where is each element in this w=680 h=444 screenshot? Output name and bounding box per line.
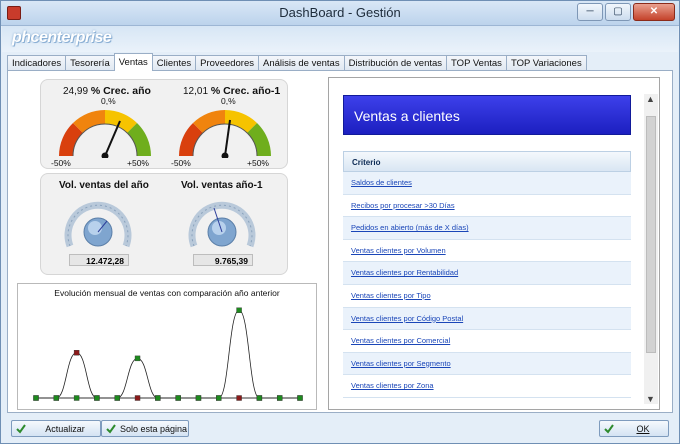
- maximize-button[interactable]: ▢: [605, 3, 631, 21]
- tab-top-ventas[interactable]: TOP Ventas: [446, 55, 507, 71]
- dashboard-window: DashBoard - Gestión ─ ▢ ✕ phcenterprise …: [0, 0, 680, 444]
- series-2-point: [94, 395, 100, 401]
- gauge-vol-anio: [64, 201, 132, 248]
- scroll-thumb[interactable]: [646, 116, 656, 353]
- gauge-crec-anio-max: +50%: [127, 158, 149, 168]
- monthly-sales-chart: Evolución mensual de ventas con comparac…: [17, 283, 317, 410]
- gauge-crec-anio-label: % Crec. año: [90, 85, 151, 97]
- criteria-link[interactable]: Ventas clientes por Volumen: [343, 240, 631, 263]
- chart-svg: [33, 307, 303, 401]
- series-1-point: [236, 395, 242, 401]
- close-button[interactable]: ✕: [633, 3, 675, 21]
- gauge-vol-anio1-title: Vol. ventas año-1: [181, 180, 263, 191]
- gauge-crec-anio-min: -50%: [51, 158, 71, 168]
- vertical-scrollbar[interactable]: ▲ ▼: [644, 94, 658, 404]
- tab-proveedores[interactable]: Proveedores: [195, 55, 259, 71]
- series-2-point: [73, 395, 80, 401]
- gauge-crec-anio1-max: +50%: [247, 158, 269, 168]
- bottom-bar: Actualizar Solo esta página OK: [7, 419, 673, 441]
- series-2-point: [53, 395, 60, 401]
- minimize-button[interactable]: ─: [577, 3, 603, 21]
- tab-top-variaciones[interactable]: TOP Variaciones: [505, 55, 587, 71]
- series-2-point: [276, 395, 283, 401]
- criteria-link[interactable]: Recibos por procesar >30 Días: [343, 195, 631, 218]
- ok-label: OK: [636, 424, 650, 434]
- volume-gauges-panel: Vol. ventas del año Vol. ventas año-1 12…: [40, 173, 288, 275]
- refresh-button[interactable]: Actualizar: [11, 420, 101, 437]
- growth-gauges-panel: 24,99 % Crec. año 0,% -50% +50% 12,01 % …: [40, 79, 288, 169]
- criteria-link[interactable]: Ventas clientes por Zona: [343, 375, 631, 398]
- series-2-point: [297, 395, 303, 401]
- tab-indicadores[interactable]: Indicadores: [7, 55, 67, 71]
- tab-content: 24,99 % Crec. año 0,% -50% +50% 12,01 % …: [7, 70, 673, 413]
- criteria-link[interactable]: Saldos de clientes: [343, 172, 631, 195]
- tab-ventas[interactable]: Ventas: [113, 53, 153, 71]
- series-2-point: [134, 355, 141, 362]
- tab-analisis-ventas[interactable]: Análisis de ventas: [258, 55, 345, 71]
- criteria-link[interactable]: Ventas clientes por Rentabilidad: [343, 262, 631, 285]
- criteria-table: Criterio Saldos de clientes Recibos por …: [343, 151, 631, 398]
- ok-button[interactable]: OK: [599, 420, 669, 437]
- sales-clients-panel: Ventas a clientes Criterio Saldos de cli…: [328, 77, 660, 410]
- column-header-criterio: Criterio: [343, 151, 631, 172]
- refresh-label: Actualizar: [45, 424, 85, 434]
- series-2-point: [33, 395, 39, 401]
- panel-header: Ventas a clientes: [343, 95, 631, 135]
- series-2-point: [175, 395, 181, 401]
- criteria-link[interactable]: Ventas clientes por Tipo: [343, 285, 631, 308]
- tab-distribucion-ventas[interactable]: Distribución de ventas: [343, 55, 448, 71]
- tab-bar: Indicadores Tesorería Ventas Clientes Pr…: [7, 53, 587, 71]
- check-icon: [106, 424, 116, 434]
- gauge-crec-anio: [59, 110, 151, 158]
- series-2-point: [195, 395, 202, 401]
- criteria-link[interactable]: Ventas clientes por Segmento: [343, 352, 631, 376]
- title-bar: DashBoard - Gestión ─ ▢ ✕: [1, 1, 679, 26]
- series-2-point: [236, 307, 242, 313]
- series-2-point: [216, 395, 222, 401]
- gauge-vol-anio1-value: 9.765,39: [193, 254, 253, 266]
- series-2-point: [114, 395, 120, 401]
- phc-logo: phcenterprise: [12, 29, 112, 46]
- criteria-link[interactable]: Ventas clientes por Comercial: [343, 330, 631, 353]
- criteria-link[interactable]: Ventas clientes por Código Postal: [343, 307, 631, 331]
- series-1-line: [36, 352, 300, 399]
- check-icon: [604, 424, 614, 434]
- gauge-crec-anio1-min: -50%: [171, 158, 191, 168]
- gauge-vol-anio1: [188, 201, 256, 248]
- banner: phcenterprise: [2, 26, 678, 52]
- gauge-vol-anio-title: Vol. ventas del año: [59, 180, 149, 191]
- this-page-button[interactable]: Solo esta página: [101, 420, 189, 437]
- series-2-point: [155, 395, 161, 401]
- tab-clientes[interactable]: Clientes: [151, 55, 197, 71]
- series-1-point: [73, 350, 80, 356]
- criteria-link[interactable]: Pedidos en abierto (más de X días): [343, 217, 631, 240]
- series-1-point: [134, 395, 141, 401]
- gauge-vol-anio-value: 12.472,28: [69, 254, 129, 266]
- scroll-down-arrow-icon[interactable]: ▼: [646, 394, 655, 404]
- gauge-crec-anio1: [179, 110, 271, 158]
- tab-tesoreria[interactable]: Tesorería: [65, 55, 115, 71]
- gauge-crec-anio1-value: 12,01: [183, 86, 209, 97]
- gauge-crec-anio-value: 24,99: [63, 86, 89, 97]
- series-2-point: [256, 395, 263, 401]
- check-icon: [16, 424, 26, 434]
- this-page-label: Solo esta página: [120, 424, 188, 434]
- scroll-up-arrow-icon[interactable]: ▲: [646, 94, 655, 104]
- chart-title: Evolución mensual de ventas con comparac…: [54, 288, 280, 298]
